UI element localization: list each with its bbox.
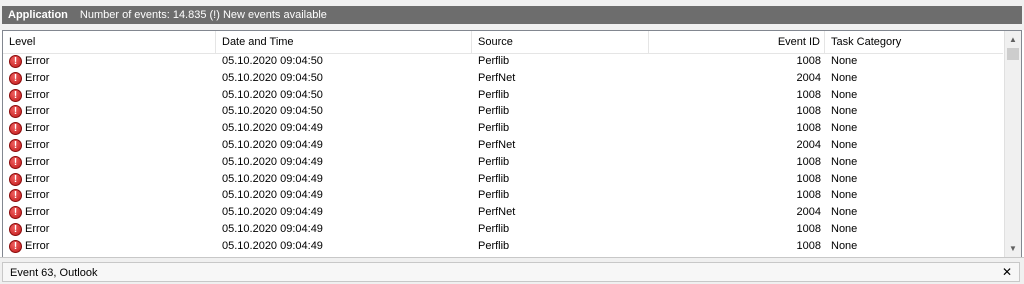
cell-event-id: 1008	[796, 239, 821, 252]
cell-event-id: 2004	[796, 138, 821, 151]
close-icon[interactable]: ✕	[1001, 264, 1013, 280]
cell-date-time: 05.10.2020 09:04:49	[222, 155, 323, 168]
cell-date-time: 05.10.2020 09:04:50	[222, 105, 323, 118]
cell-date-time: 05.10.2020 09:04:49	[222, 122, 323, 135]
log-header-band: Application Number of events: 14.835 (!)…	[2, 6, 1022, 24]
chevron-down-icon[interactable]: ▼	[1005, 240, 1021, 257]
cell-event-id: 1008	[796, 55, 821, 67]
table-row[interactable]: ! Error 05.10.2020 09:04:49 Perflib 1008 None	[3, 187, 1003, 204]
cell-level: Error	[25, 122, 50, 135]
cell-event-id: 2004	[796, 206, 821, 219]
table-header: Level Date and Time Source Event ID Task…	[3, 31, 1003, 54]
cell-level: Error	[25, 222, 50, 235]
cell-event-id: 1008	[796, 105, 821, 118]
cell-level: Error	[25, 239, 50, 252]
cell-source: Perflib	[478, 189, 510, 202]
table-body: ! Error 05.10.2020 09:04:50 Perflib 1008 None…	[3, 53, 1003, 255]
cell-event-id: 1008	[796, 88, 821, 101]
chevron-up-icon[interactable]: ▲	[1005, 31, 1021, 48]
event-detail-header: Event 63, Outlook ✕	[2, 262, 1020, 282]
cell-source: Perflib	[478, 222, 510, 235]
cell-task-category: None	[831, 222, 858, 235]
cell-task-category: None	[831, 155, 858, 168]
cell-task-category: None	[831, 206, 858, 219]
cell-source: PerfNet	[478, 206, 516, 219]
cell-date-time: 05.10.2020 09:04:49	[222, 239, 323, 252]
table-row[interactable]: ! Error 05.10.2020 09:04:49 PerfNet 2004 None	[3, 204, 1003, 221]
log-title-bar: Application Number of events: 14.835 (!)…	[0, 0, 1024, 30]
cell-event-id: 2004	[796, 71, 821, 84]
cell-level: Error	[25, 206, 50, 219]
column-header-event-id[interactable]: Event ID	[649, 31, 825, 53]
table-row[interactable]: ! Error 05.10.2020 09:04:49 Perflib 1008 None	[3, 120, 1003, 137]
column-header-date-time[interactable]: Date and Time	[216, 31, 472, 53]
table-row[interactable]: ! Error 05.10.2020 09:04:49 Perflib 1008 None	[3, 221, 1003, 238]
column-header-task-category[interactable]: Task Category	[825, 31, 1003, 53]
cell-source: Perflib	[478, 155, 510, 168]
cell-date-time: 05.10.2020 09:04:50	[222, 71, 323, 84]
column-header-level[interactable]: Level	[3, 31, 216, 53]
event-detail-title: Event 63, Outlook	[10, 267, 98, 279]
cell-source: Perflib	[478, 172, 510, 185]
cell-level: Error	[25, 88, 50, 101]
cell-date-time: 05.10.2020 09:04:49	[222, 138, 323, 151]
cell-event-id: 1008	[796, 155, 821, 168]
event-count-info: Number of events: 14.835 (!) New events …	[79, 9, 327, 21]
cell-date-time: 05.10.2020 09:04:49	[222, 206, 323, 219]
cell-level: Error	[25, 105, 50, 118]
events-table: Level Date and Time Source Event ID Task…	[2, 30, 1022, 258]
log-name: Application	[8, 9, 68, 21]
cell-date-time: 05.10.2020 09:04:50	[222, 55, 323, 67]
cell-date-time: 05.10.2020 09:04:49	[222, 189, 323, 202]
cell-date-time: 05.10.2020 09:04:49	[222, 222, 323, 235]
table-row[interactable]: ! Error 05.10.2020 09:04:49 Perflib 1008 None	[3, 238, 1003, 255]
table-row[interactable]: ! Error 05.10.2020 09:04:49 Perflib 1008 None	[3, 171, 1003, 188]
cell-level: Error	[25, 189, 50, 202]
cell-level: Error	[25, 172, 50, 185]
table-row[interactable]: ! Error 05.10.2020 09:04:50 Perflib 1008 None	[3, 87, 1003, 104]
cell-event-id: 1008	[796, 189, 821, 202]
cell-date-time: 05.10.2020 09:04:50	[222, 88, 323, 101]
cell-source: PerfNet	[478, 138, 516, 151]
cell-task-category: None	[831, 88, 858, 101]
table-row[interactable]: ! Error 05.10.2020 09:04:50 Perflib 1008 None	[3, 53, 1003, 70]
table-row[interactable]: ! Error 05.10.2020 09:04:50 Perflib 1008 None	[3, 103, 1003, 120]
vertical-scrollbar[interactable]: ▲ ▼	[1004, 31, 1021, 257]
cell-level: Error	[25, 71, 50, 84]
event-detail-pane: Event 63, Outlook ✕	[0, 257, 1024, 284]
cell-level: Error	[25, 155, 50, 168]
cell-source: Perflib	[478, 88, 510, 101]
cell-source: PerfNet	[478, 71, 516, 84]
cell-task-category: None	[831, 71, 858, 84]
cell-source: Perflib	[478, 239, 510, 252]
cell-task-category: None	[831, 122, 858, 135]
cell-level: Error	[25, 55, 50, 67]
cell-task-category: None	[831, 138, 858, 151]
cell-task-category: None	[831, 55, 858, 67]
cell-source: Perflib	[478, 105, 510, 118]
cell-date-time: 05.10.2020 09:04:49	[222, 172, 323, 185]
column-header-source[interactable]: Source	[472, 31, 649, 53]
table-row[interactable]: ! Error 05.10.2020 09:04:49 Perflib 1008 None	[3, 154, 1003, 171]
cell-source: Perflib	[478, 122, 510, 135]
table-row[interactable]: ! Error 05.10.2020 09:04:49 PerfNet 2004 None	[3, 137, 1003, 154]
cell-level: Error	[25, 138, 50, 151]
cell-event-id: 1008	[796, 122, 821, 135]
scrollbar-thumb[interactable]	[1007, 48, 1019, 60]
cell-source: Perflib	[478, 55, 510, 67]
cell-task-category: None	[831, 105, 858, 118]
cell-task-category: None	[831, 172, 858, 185]
cell-event-id: 1008	[796, 222, 821, 235]
cell-task-category: None	[831, 239, 858, 252]
table-row[interactable]: ! Error 05.10.2020 09:04:50 PerfNet 2004 None	[3, 70, 1003, 87]
cell-event-id: 1008	[796, 172, 821, 185]
cell-task-category: None	[831, 189, 858, 202]
